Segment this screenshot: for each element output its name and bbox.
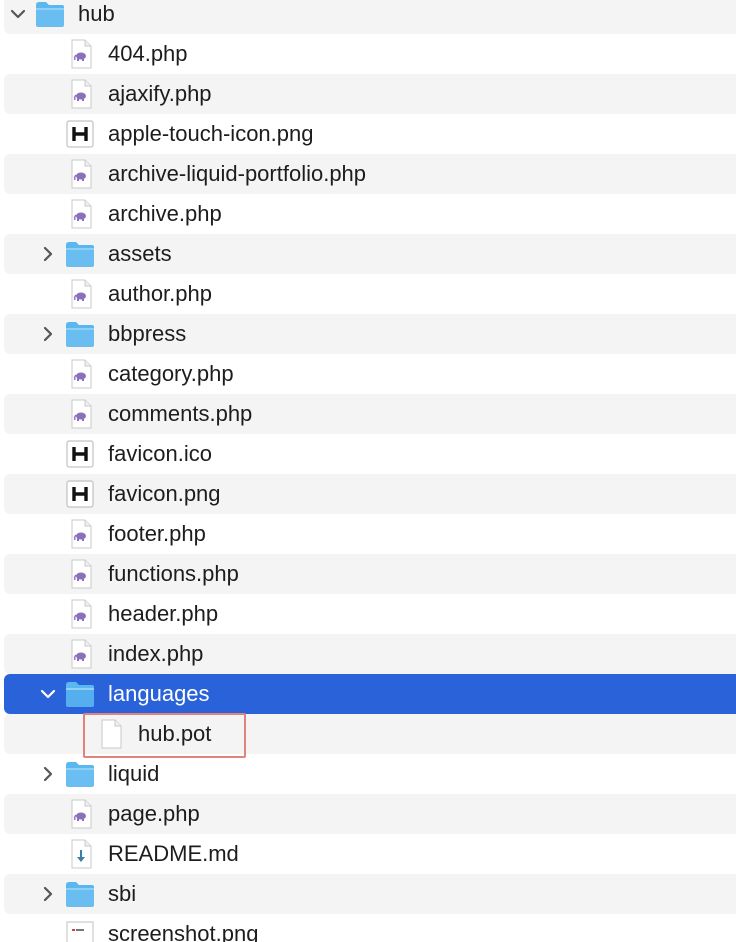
file-row[interactable]: apple-touch-icon.png — [4, 114, 736, 154]
php-file-icon — [64, 599, 96, 629]
chevron-right-icon[interactable] — [40, 246, 56, 262]
item-name: header.php — [108, 601, 219, 626]
php-file-icon — [64, 79, 96, 109]
highlight-box — [83, 713, 246, 758]
php-file-icon — [64, 39, 96, 69]
folder-row[interactable]: sbi — [4, 874, 736, 914]
item-name: screenshot.png — [108, 921, 259, 942]
folder-row[interactable]: hub — [4, 0, 736, 34]
file-row[interactable]: header.php — [4, 594, 736, 634]
item-name: comments.php — [108, 401, 253, 426]
php-file-icon — [64, 199, 96, 229]
chevron-right-icon[interactable] — [40, 886, 56, 902]
folder-icon — [64, 319, 96, 349]
folder-icon — [64, 239, 96, 269]
h-image-icon — [64, 119, 96, 149]
folder-icon — [64, 759, 96, 789]
item-name: assets — [108, 241, 172, 266]
item-name: archive-liquid-portfolio.php — [108, 161, 367, 186]
file-row[interactable]: comments.php — [4, 394, 736, 434]
php-file-icon — [64, 639, 96, 669]
php-file-icon — [64, 559, 96, 589]
chevron-right-icon[interactable] — [40, 326, 56, 342]
file-row[interactable]: ajaxify.php — [4, 74, 736, 114]
item-name: hub — [78, 1, 115, 26]
php-file-icon — [64, 399, 96, 429]
folder-row[interactable]: assets — [4, 234, 736, 274]
php-file-icon — [64, 279, 96, 309]
item-name: ajaxify.php — [108, 81, 212, 106]
item-name: sbi — [108, 881, 137, 906]
file-row[interactable]: page.php — [4, 794, 736, 834]
folder-row[interactable]: liquid — [4, 754, 736, 794]
image-file-icon — [64, 919, 96, 942]
chevron-down-icon[interactable] — [40, 686, 56, 702]
item-name: 404.php — [108, 41, 188, 66]
folder-icon — [64, 879, 96, 909]
php-file-icon — [64, 519, 96, 549]
item-name: archive.php — [108, 201, 222, 226]
item-name: index.php — [108, 641, 204, 666]
item-name: README.md — [108, 841, 239, 866]
item-name: favicon.png — [108, 481, 221, 506]
folder-row[interactable]: languages — [4, 674, 736, 714]
chevron-right-icon[interactable] — [40, 766, 56, 782]
php-file-icon — [64, 799, 96, 829]
item-name: favicon.ico — [108, 441, 212, 466]
item-name: apple-touch-icon.png — [108, 121, 314, 146]
markdown-file-icon — [64, 839, 96, 869]
file-row[interactable]: archive-liquid-portfolio.php — [4, 154, 736, 194]
php-file-icon — [64, 159, 96, 189]
file-row[interactable]: archive.php — [4, 194, 736, 234]
folder-icon — [64, 679, 96, 709]
chevron-down-icon[interactable] — [10, 6, 26, 22]
h-image-icon — [64, 479, 96, 509]
item-name: category.php — [108, 361, 234, 386]
php-file-icon — [64, 359, 96, 389]
item-name: liquid — [108, 761, 160, 786]
file-row[interactable]: category.php — [4, 354, 736, 394]
item-name: languages — [108, 681, 210, 706]
folder-row[interactable]: bbpress — [4, 314, 736, 354]
file-row[interactable]: README.md — [4, 834, 736, 874]
item-name: functions.php — [108, 561, 239, 586]
item-name: page.php — [108, 801, 200, 826]
file-row[interactable]: author.php — [4, 274, 736, 314]
file-row[interactable]: favicon.ico — [4, 434, 736, 474]
item-name: bbpress — [108, 321, 187, 346]
file-row[interactable]: index.php — [4, 634, 736, 674]
h-image-icon — [64, 439, 96, 469]
item-name: footer.php — [108, 521, 206, 546]
file-list: hub 404.php ajaxify.php apple-touch-icon.pn… — [0, 0, 736, 942]
file-row[interactable]: footer.php — [4, 514, 736, 554]
file-row[interactable]: functions.php — [4, 554, 736, 594]
folder-icon — [34, 0, 66, 29]
file-row[interactable]: 404.php — [4, 34, 736, 74]
item-name: author.php — [108, 281, 212, 306]
file-row[interactable]: screenshot.png — [4, 914, 736, 942]
file-row[interactable]: favicon.png — [4, 474, 736, 514]
